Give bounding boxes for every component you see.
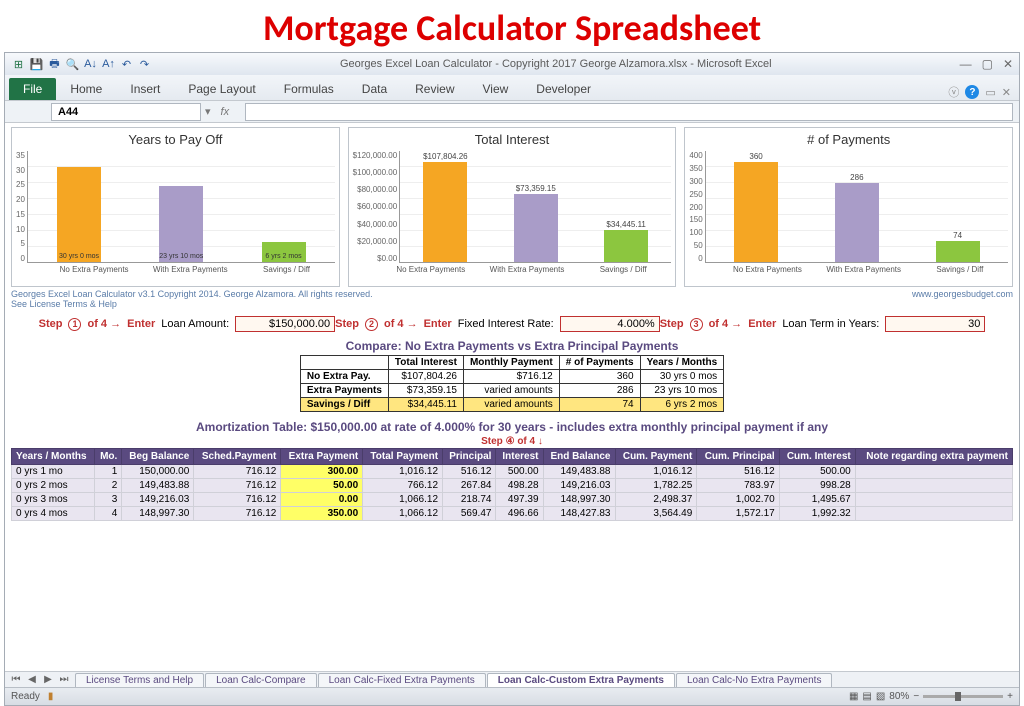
excel-icon: ⊞ xyxy=(11,57,26,72)
help-icon[interactable]: ? xyxy=(965,85,979,99)
tab-developer[interactable]: Developer xyxy=(522,78,605,100)
sheet-tab[interactable]: Loan Calc-No Extra Payments xyxy=(676,673,833,687)
ribbon-minimize-icon[interactable]: ⓥ xyxy=(948,84,959,100)
tab-insert[interactable]: Insert xyxy=(116,78,174,100)
window-restore-icon[interactable]: ▭ xyxy=(985,86,995,99)
macro-record-icon[interactable]: ▮ xyxy=(48,691,54,702)
copyright-text: Georges Excel Loan Calculator v3.1 Copyr… xyxy=(11,289,373,299)
chart-title: # of Payments xyxy=(689,130,1008,151)
zoom-in-icon[interactable]: + xyxy=(1007,691,1013,702)
compare-title: Compare: No Extra Payments vs Extra Prin… xyxy=(11,339,1013,353)
sheet-tab[interactable]: Loan Calc-Custom Extra Payments xyxy=(487,673,675,687)
status-text: Ready xyxy=(11,691,40,702)
save-icon[interactable]: 💾 xyxy=(29,57,44,72)
window-close-icon[interactable]: ✕ xyxy=(1002,86,1011,99)
titlebar: ⊞ 💾 🖶 🔍 A↓ A↑ ↶ ↷ Georges Excel Loan Cal… xyxy=(5,53,1019,75)
chart-title: Total Interest xyxy=(353,130,672,151)
step-input[interactable]: $150,000.00 xyxy=(235,316,335,332)
step-input[interactable]: 4.000% xyxy=(560,316,660,332)
redo-icon[interactable]: ↷ xyxy=(137,57,152,72)
quick-access-toolbar: ⊞ 💾 🖶 🔍 A↓ A↑ ↶ ↷ xyxy=(11,57,152,72)
chart: # of Payments 40035030025020015010050036… xyxy=(684,127,1013,287)
sheet-tab-bar: ⏮ ◀ ▶ ⏭ License Terms and HelpLoan Calc-… xyxy=(5,671,1019,687)
view-break-icon[interactable]: ▧ xyxy=(876,691,885,702)
name-box-dropdown-icon[interactable]: ▾ xyxy=(201,105,215,118)
view-layout-icon[interactable]: ▤ xyxy=(862,691,871,702)
status-bar: Ready ▮ ▦ ▤ ▧ 80% − + xyxy=(5,687,1019,705)
input-steps: Step 1 of 4 → Enter Loan Amount: $150,00… xyxy=(11,315,1013,333)
chart-title: Years to Pay Off xyxy=(16,130,335,151)
tab-nav-prev-icon[interactable]: ◀ xyxy=(25,674,39,685)
formula-bar-row: A44 ▾ fx xyxy=(5,101,1019,123)
sheet-tab[interactable]: Loan Calc-Compare xyxy=(205,673,317,687)
step-input[interactable]: 30 xyxy=(885,316,985,332)
ribbon: File Home Insert Page Layout Formulas Da… xyxy=(5,75,1019,101)
license-link[interactable]: See License Terms & Help xyxy=(11,299,117,309)
tab-view[interactable]: View xyxy=(469,78,523,100)
amortization-table: Years / MonthsMo.Beg BalanceSched.Paymen… xyxy=(11,448,1013,521)
site-url[interactable]: www.georgesbudget.com xyxy=(912,289,1013,309)
tab-nav-next-icon[interactable]: ▶ xyxy=(41,674,55,685)
tab-data[interactable]: Data xyxy=(348,78,401,100)
sort-desc-icon[interactable]: A↑ xyxy=(101,57,116,72)
tab-nav-last-icon[interactable]: ⏭ xyxy=(57,674,71,685)
tab-formulas[interactable]: Formulas xyxy=(270,78,348,100)
tab-home[interactable]: Home xyxy=(56,78,116,100)
worksheet: Years to Pay Off 3530252015105030 yrs 0 … xyxy=(5,123,1019,671)
undo-icon[interactable]: ↶ xyxy=(119,57,134,72)
view-normal-icon[interactable]: ▦ xyxy=(849,691,858,702)
compare-table: Total InterestMonthly Payment# of Paymen… xyxy=(300,355,724,412)
tab-review[interactable]: Review xyxy=(401,78,468,100)
step-4-label: Step ④ of 4 ↓ xyxy=(11,436,1013,447)
sort-asc-icon[interactable]: A↓ xyxy=(83,57,98,72)
zoom-slider[interactable] xyxy=(923,695,1003,698)
amort-title: Amortization Table: $150,000.00 at rate … xyxy=(11,420,1013,434)
window-title: Georges Excel Loan Calculator - Copyrigh… xyxy=(152,58,960,70)
fx-icon[interactable]: fx xyxy=(221,106,245,118)
print-icon[interactable]: 🖶 xyxy=(47,57,62,72)
chart: Total Interest $120,000.00$100,000.00$80… xyxy=(348,127,677,287)
tab-nav-first-icon[interactable]: ⏮ xyxy=(9,674,23,685)
preview-icon[interactable]: 🔍 xyxy=(65,57,80,72)
excel-window: ⊞ 💾 🖶 🔍 A↓ A↑ ↶ ↷ Georges Excel Loan Cal… xyxy=(4,52,1020,706)
minimize-icon[interactable]: — xyxy=(960,57,972,71)
zoom-out-icon[interactable]: − xyxy=(913,691,919,702)
tab-page-layout[interactable]: Page Layout xyxy=(174,78,269,100)
chart: Years to Pay Off 3530252015105030 yrs 0 … xyxy=(11,127,340,287)
sheet-tab[interactable]: License Terms and Help xyxy=(75,673,204,687)
close-icon[interactable]: ✕ xyxy=(1003,57,1013,71)
maximize-icon[interactable]: ▢ xyxy=(982,57,993,71)
zoom-pct: 80% xyxy=(889,691,909,702)
sheet-tab[interactable]: Loan Calc-Fixed Extra Payments xyxy=(318,673,486,687)
page-heading: Mortgage Calculator Spreadsheet xyxy=(0,0,1024,52)
formula-bar[interactable] xyxy=(245,103,1013,121)
tab-file[interactable]: File xyxy=(9,78,56,100)
name-box[interactable]: A44 xyxy=(51,103,201,121)
